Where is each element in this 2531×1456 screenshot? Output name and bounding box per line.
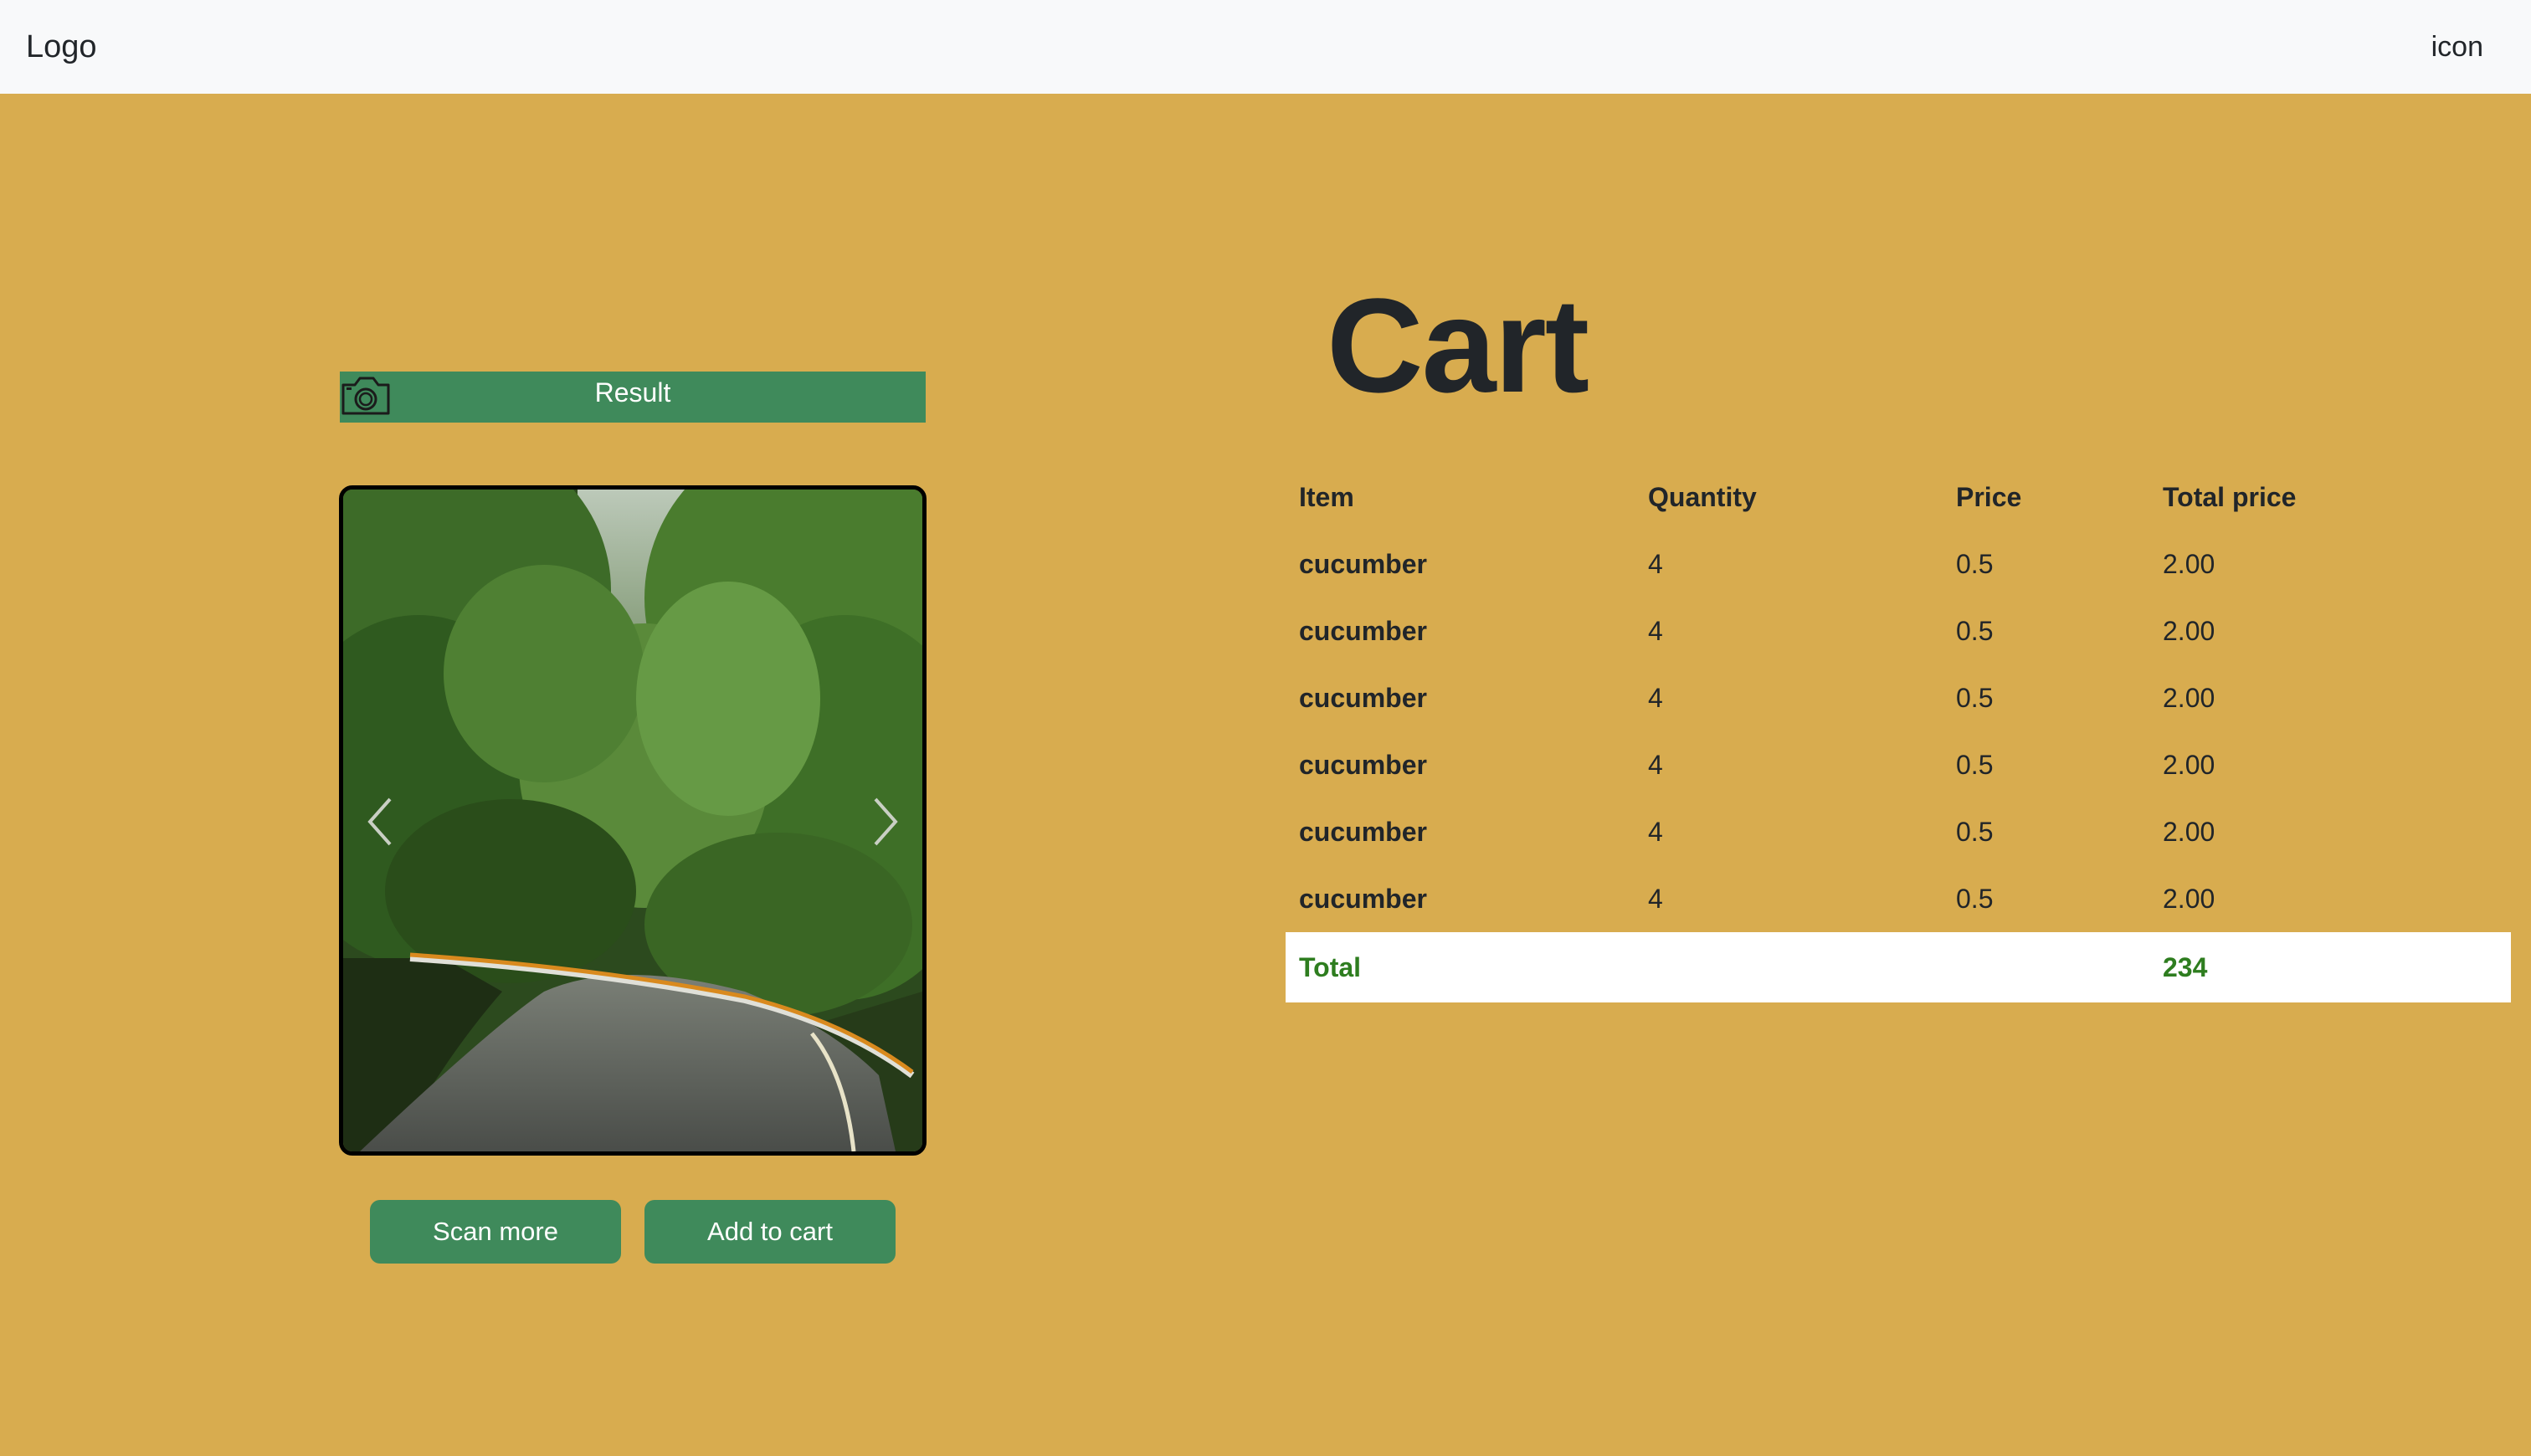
total-value: 234	[2149, 932, 2511, 1002]
row-item: cucumber	[1299, 816, 1427, 847]
scan-more-button[interactable]: Scan more	[370, 1200, 621, 1264]
add-to-cart-button[interactable]: Add to cart	[644, 1200, 896, 1264]
header-item: Item	[1299, 481, 1354, 512]
row-total: 2.00	[2163, 816, 2215, 847]
camera-icon[interactable]	[340, 372, 392, 418]
table-row: cucumber 4 0.5 2.00	[1286, 731, 2511, 798]
row-total: 2.00	[2163, 749, 2215, 780]
row-quantity: 4	[1648, 816, 1663, 847]
row-price: 0.5	[1956, 615, 1994, 646]
row-price: 0.5	[1956, 883, 1994, 914]
header-total-price: Total price	[2163, 481, 2297, 512]
navbar: Logo icon	[0, 0, 2531, 94]
row-quantity: 4	[1648, 682, 1663, 713]
table-row: cucumber 4 0.5 2.00	[1286, 798, 2511, 865]
row-total: 2.00	[2163, 615, 2215, 646]
forest-road-image	[343, 490, 922, 1151]
row-item: cucumber	[1299, 749, 1427, 780]
row-quantity: 4	[1648, 548, 1663, 579]
nav-icon[interactable]: icon	[2431, 28, 2483, 66]
result-header: Result	[340, 372, 926, 423]
result-title: Result	[594, 377, 671, 408]
row-item: cucumber	[1299, 548, 1427, 579]
row-total: 2.00	[2163, 548, 2215, 579]
total-empty-price	[1943, 932, 2149, 1002]
total-row: Total 234	[1286, 932, 2511, 1002]
row-price: 0.5	[1956, 548, 1994, 579]
row-item: cucumber	[1299, 883, 1427, 914]
row-total: 2.00	[2163, 682, 2215, 713]
cart-table: Item Quantity Price Total price cucumber…	[1286, 464, 2511, 1002]
row-item: cucumber	[1299, 615, 1427, 646]
header-quantity: Quantity	[1648, 481, 1757, 512]
table-row: cucumber 4 0.5 2.00	[1286, 531, 2511, 597]
total-empty-quantity	[1635, 932, 1943, 1002]
header-price: Price	[1956, 481, 2022, 512]
table-row: cucumber 4 0.5 2.00	[1286, 664, 2511, 731]
image-carousel[interactable]	[339, 485, 927, 1156]
table-row: cucumber 4 0.5 2.00	[1286, 865, 2511, 932]
chevron-left-icon[interactable]	[360, 792, 402, 851]
row-price: 0.5	[1956, 816, 1994, 847]
row-quantity: 4	[1648, 883, 1663, 914]
table-header-row: Item Quantity Price Total price	[1286, 464, 2511, 531]
table-row: cucumber 4 0.5 2.00	[1286, 597, 2511, 664]
chevron-right-icon[interactable]	[864, 792, 906, 851]
total-label: Total	[1286, 932, 1635, 1002]
row-quantity: 4	[1648, 749, 1663, 780]
row-total: 2.00	[2163, 883, 2215, 914]
row-price: 0.5	[1956, 749, 1994, 780]
row-price: 0.5	[1956, 682, 1994, 713]
cart-title: Cart	[1327, 270, 1589, 420]
row-quantity: 4	[1648, 615, 1663, 646]
logo[interactable]: Logo	[26, 26, 97, 68]
row-item: cucumber	[1299, 682, 1427, 713]
